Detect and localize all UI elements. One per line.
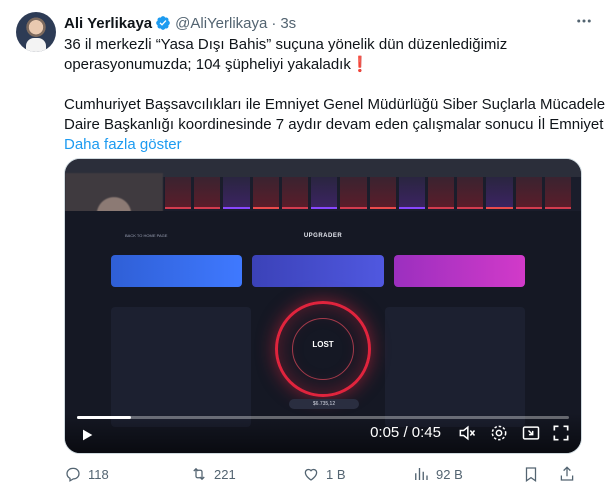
retweet-button[interactable]: 221: [190, 465, 236, 483]
video-left-panel: [111, 307, 251, 427]
author-avatar[interactable]: [16, 12, 56, 52]
tweet-actions: 118 221 1 B 92 B: [64, 464, 594, 484]
video-controls: 0:05 / 0:45: [65, 413, 581, 453]
video-timecode: 0:05 / 0:45: [370, 424, 441, 441]
reply-count: 118: [88, 466, 109, 482]
video-current-time: 0:05: [370, 424, 400, 441]
tweet-line-1: 36 il merkezli “Yasa Dışı Bahis” suçuna …: [64, 36, 508, 53]
tweet-text: 36 il merkezli “Yasa Dışı Bahis” suçuna …: [64, 35, 605, 155]
separator-dot: ·: [271, 14, 277, 32]
bookmark-icon: [525, 467, 537, 482]
retweet-icon: [193, 467, 205, 481]
video-page-title: UPGRADER: [303, 233, 343, 239]
view-count: 92 B: [436, 466, 463, 482]
video-progress-fill: [77, 416, 132, 419]
like-button[interactable]: 1 B: [302, 465, 346, 483]
mute-icon[interactable]: [457, 423, 477, 443]
video-skin-strip: [165, 177, 572, 209]
heart-icon: [304, 468, 318, 481]
video-amount: $6.735,12: [289, 399, 359, 409]
verified-badge-icon: [156, 16, 170, 30]
share-button[interactable]: [558, 465, 576, 483]
video-duration: 0:45: [411, 424, 441, 441]
like-count: 1 B: [326, 466, 346, 482]
tweet-time[interactable]: 3s: [280, 15, 296, 32]
video-right-panel: [385, 307, 525, 427]
exclamation-emoji: ❗: [350, 56, 370, 73]
retweet-count: 221: [214, 466, 236, 482]
video-upgrade-ring: LOST: [275, 301, 371, 397]
tweet-line-2: operasyonumuzda; 104 şüpheliyi yakaladık: [64, 56, 351, 73]
tweet-header: Ali Yerlikaya @AliYerlikaya · 3s: [64, 13, 296, 33]
views-chart-icon: [415, 468, 428, 480]
share-icon: [560, 466, 574, 481]
author-handle[interactable]: @AliYerlikaya: [175, 15, 267, 32]
more-options-icon[interactable]: [575, 12, 593, 32]
bookmark-button[interactable]: [522, 465, 540, 483]
video-progress-bar[interactable]: [77, 416, 569, 419]
author-name[interactable]: Ali Yerlikaya: [64, 15, 152, 32]
reply-icon: [66, 467, 80, 482]
play-icon[interactable]: [79, 427, 95, 443]
reply-button[interactable]: 118: [64, 465, 109, 483]
tweet-line-3: Cumhuriyet Başsavcılıkları ile Emniyet G…: [64, 96, 606, 113]
video-result-label: LOST: [312, 340, 334, 349]
tweet-line-4: Daire Başkanlığı koordinesinde 7 aydır d…: [64, 116, 604, 133]
show-more-link[interactable]: Daha fazla göster: [64, 136, 182, 153]
picture-in-picture-icon[interactable]: [521, 423, 541, 443]
video-time-separator: /: [403, 424, 408, 441]
settings-icon[interactable]: [489, 423, 509, 443]
video-steps: [111, 255, 525, 287]
views-button[interactable]: 92 B: [412, 465, 463, 483]
fullscreen-icon[interactable]: [551, 423, 571, 443]
video-player[interactable]: BACK TO HOME PAGE UPGRADER LOST $6.735,1…: [64, 158, 582, 454]
